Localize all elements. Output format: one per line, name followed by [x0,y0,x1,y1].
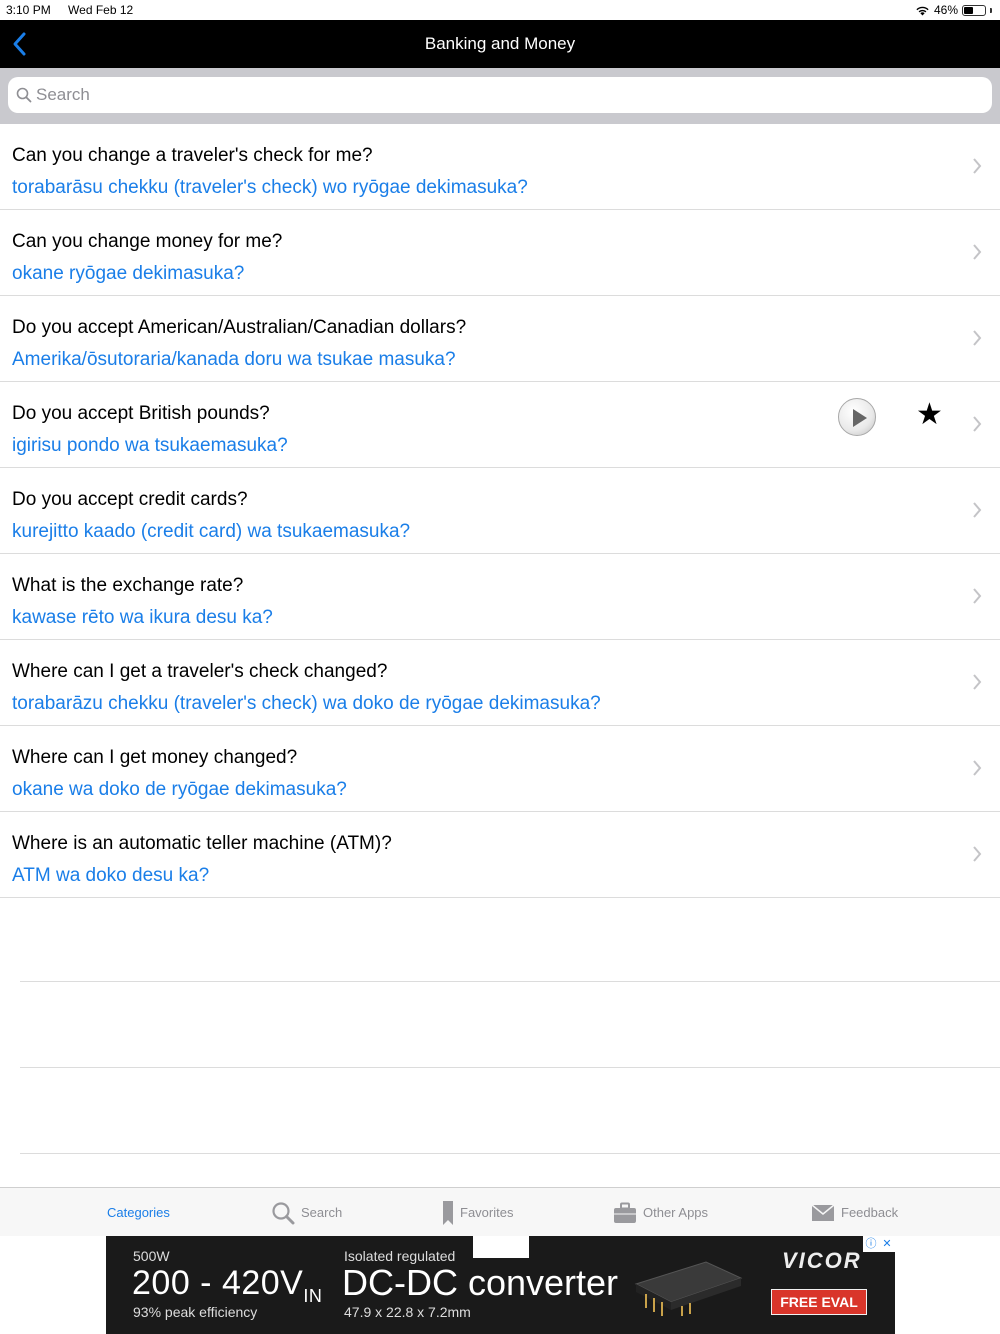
phrase-english: Where is an automatic teller machine (AT… [12,833,392,854]
envelope-icon [811,1203,835,1221]
phrase-transliteration: kawase rēto wa ikura desu ka? [12,607,273,628]
tab-label: Search [301,1205,343,1220]
ad-range-main: 200 - 420V [132,1264,304,1302]
tab-categories[interactable]: Categories [107,1188,170,1237]
phrase-transliteration: Amerika/ōsutoraria/kanada doru wa tsukae… [12,349,456,370]
tab-label: Categories [107,1205,170,1220]
favorite-star-button[interactable]: ★ [916,400,943,430]
battery-percent: 46% [933,3,958,17]
ad-watt: 500W [133,1248,170,1264]
phrase-row[interactable]: Do you accept credit cards? kurejitto ka… [0,468,1000,554]
chevron-right-icon [973,330,982,346]
tab-other-apps[interactable]: Other Apps [613,1188,708,1237]
empty-row-separator [20,1067,1000,1068]
bookmark-icon [443,1200,453,1225]
navigation-bar: Banking and Money [0,20,1000,68]
phrase-english: Do you accept British pounds? [12,403,270,424]
play-audio-button[interactable] [838,398,876,436]
play-icon [853,409,867,427]
ad-free-eval-button[interactable]: FREE EVAL [771,1289,867,1315]
search-box[interactable] [8,77,992,113]
phrase-transliteration: torabarāzu chekku (traveler's check) wa … [12,693,601,714]
ad-range-sub: IN [303,1285,323,1306]
battery-fill [964,6,973,14]
phrase-list: Can you change a traveler's check for me… [0,124,1000,898]
ad-converter: DC-DC converter [342,1262,619,1303]
tab-bar: Categories Search Favorites Other Apps F… [0,1187,1000,1236]
briefcase-icon [614,1202,636,1223]
phrase-row[interactable]: Do you accept American/Australian/Canadi… [0,296,1000,382]
search-icon [16,87,32,103]
status-date: Wed Feb 12 [68,3,134,17]
phrase-row[interactable]: What is the exchange rate? kawase rēto w… [0,554,1000,640]
tab-label: Other Apps [643,1205,709,1220]
empty-row-separator [20,981,1000,982]
ad-close-icon[interactable]: ✕ [879,1236,895,1252]
chevron-right-icon [973,416,982,432]
chevron-right-icon [973,760,982,776]
phrase-row[interactable]: Where can I get a traveler's check chang… [0,640,1000,726]
search-bar-container [0,68,1000,124]
phrase-row[interactable]: Can you change a traveler's check for me… [0,124,1000,210]
tab-feedback[interactable]: Feedback [811,1188,898,1237]
phrase-row[interactable]: Where can I get money changed? okane wa … [0,726,1000,812]
chevron-right-icon [973,158,982,174]
tab-label: Favorites [460,1205,514,1220]
battery-icon [962,4,986,16]
phrase-english: Do you accept credit cards? [12,489,248,510]
phrase-transliteration: igirisu pondo wa tsukaemasuka? [12,435,288,456]
phrase-english: Can you change a traveler's check for me… [12,145,373,166]
empty-row-separator [20,1153,1000,1154]
page-title: Banking and Money [424,34,576,53]
phrase-english: Where can I get money changed? [12,747,298,768]
phrase-transliteration: okane ryōgae dekimasuka? [12,263,245,284]
ad-voltage-range: 200 - 420VIN [132,1264,322,1307]
ad-banner[interactable]: 500W 200 - 420VIN 93% peak efficiency Is… [106,1236,895,1334]
tab-search[interactable]: Search [271,1188,342,1237]
chevron-right-icon [973,588,982,604]
search-input[interactable] [36,77,976,113]
ad-efficiency: 93% peak efficiency [133,1304,258,1320]
status-right: 46% [915,3,992,17]
chevron-right-icon [973,244,982,260]
status-time: 3:10 PM [6,3,51,17]
phrase-row[interactable]: Where is an automatic teller machine (AT… [0,812,1000,898]
phrase-english: Do you accept American/Australian/Canadi… [12,317,467,338]
tab-favorites[interactable]: Favorites [442,1188,513,1237]
status-left: 3:10 PM Wed Feb 12 [6,3,147,17]
tab-label: Feedback [841,1205,899,1220]
phrase-row[interactable]: Can you change money for me? okane ryōga… [0,210,1000,296]
phrase-transliteration: torabarāsu chekku (traveler's check) wo … [12,177,528,198]
phrase-english: Where can I get a traveler's check chang… [12,661,388,682]
chevron-right-icon [973,846,982,862]
ad-controls: ⓘ ✕ [863,1236,895,1252]
status-bar: 3:10 PM Wed Feb 12 46% [0,0,1000,20]
ad-info-icon[interactable]: ⓘ [863,1236,879,1252]
phrase-row[interactable]: Do you accept British pounds? igirisu po… [0,382,1000,468]
ad-gap [473,1236,529,1258]
chevron-right-icon [973,674,982,690]
phrase-transliteration: kurejitto kaado (credit card) wa tsukaem… [12,521,411,542]
chevron-right-icon [973,502,982,518]
phrase-english: What is the exchange rate? [12,575,244,596]
ad-brand-logo: VICOR [782,1248,862,1273]
phrase-english: Can you change money for me? [12,231,283,252]
search-icon [272,1201,295,1224]
phrase-transliteration: okane wa doko de ryōgae dekimasuka? [12,779,347,800]
phrase-transliteration: ATM wa doko desu ka? [12,865,210,886]
ad-dimensions: 47.9 x 22.8 x 7.2mm [344,1304,471,1320]
battery-tip [990,7,992,13]
converter-module-image [634,1261,743,1316]
wifi-icon [916,6,929,15]
